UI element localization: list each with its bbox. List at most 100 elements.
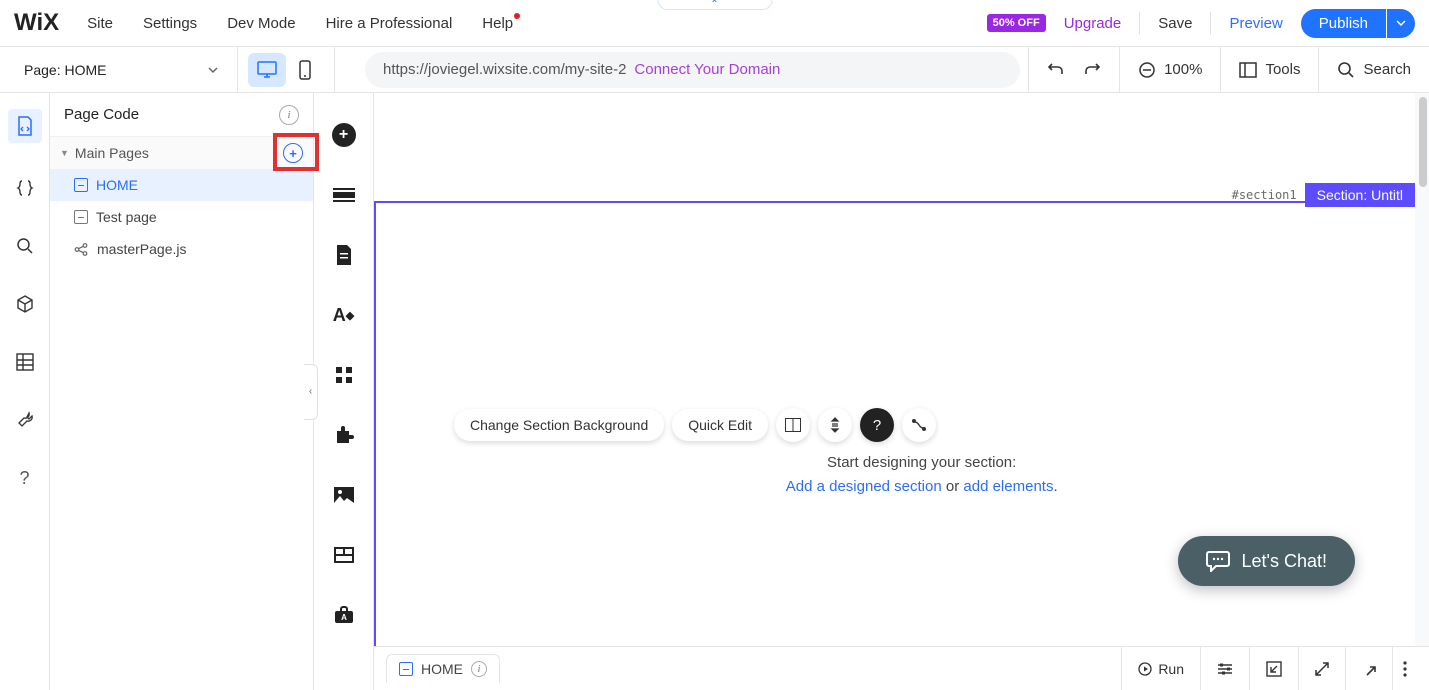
menu-devmode[interactable]: Dev Mode [227, 15, 295, 32]
site-url-display: https://joviegel.wixsite.com/my-site-2 C… [365, 52, 1020, 88]
redo-icon [1083, 61, 1101, 79]
zoom-control[interactable]: 100% [1119, 47, 1220, 92]
change-background-button[interactable]: Change Section Background [454, 409, 664, 441]
upgrade-link[interactable]: Upgrade [1064, 15, 1122, 32]
zoom-value: 100% [1164, 61, 1202, 78]
play-icon [1138, 662, 1152, 676]
more-vertical-icon [1403, 661, 1407, 677]
page-item-master[interactable]: masterPage.js [50, 233, 313, 265]
expand-button[interactable] [1298, 647, 1345, 690]
mobile-icon [299, 60, 311, 80]
add-designed-section-link[interactable]: Add a designed section [786, 478, 942, 495]
info-icon[interactable]: i [471, 661, 487, 677]
add-layout-button[interactable] [332, 543, 356, 567]
helper-or: or [942, 478, 964, 495]
search-button[interactable]: Search [1318, 47, 1429, 92]
page-code-icon [16, 116, 34, 136]
menu-help[interactable]: Help [482, 15, 513, 32]
braces-icon [16, 179, 34, 197]
connect-domain-link[interactable]: Connect Your Domain [634, 61, 780, 78]
search-icon [1337, 61, 1355, 79]
popout-icon [1362, 662, 1376, 676]
page-selector[interactable]: Page: HOME [0, 47, 238, 92]
stretch-icon [828, 417, 842, 433]
add-text-button[interactable]: A◆ [332, 303, 356, 327]
briefcase-icon: A [334, 606, 354, 624]
minimize-button[interactable] [1249, 647, 1298, 690]
desktop-icon [257, 61, 277, 79]
add-page-button-rail[interactable] [332, 243, 356, 267]
nav-page-code[interactable] [8, 109, 42, 143]
layout-blocks-icon [334, 547, 354, 563]
add-plugin-button[interactable] [332, 423, 356, 447]
page-selector-label: Page: HOME [24, 62, 106, 78]
stretch-button[interactable] [818, 408, 852, 442]
desktop-view-button[interactable] [248, 53, 286, 87]
wrench-icon [16, 411, 34, 429]
canvas-scrollbar[interactable] [1417, 93, 1429, 690]
redo-button[interactable] [1083, 47, 1119, 92]
mobile-view-button[interactable] [286, 53, 324, 87]
apps-grid-icon [335, 366, 353, 384]
help-section-button[interactable]: ? [860, 408, 894, 442]
menu-settings[interactable]: Settings [143, 15, 197, 32]
format-code-button[interactable] [1200, 647, 1249, 690]
divider [1210, 12, 1211, 34]
nav-databases[interactable] [12, 349, 38, 375]
discount-badge: 50% OFF [987, 14, 1046, 32]
zoom-out-icon [1138, 61, 1156, 79]
section-icon [333, 188, 355, 202]
run-button[interactable]: Run [1121, 647, 1200, 690]
tools-button[interactable]: Tools [1220, 47, 1318, 92]
chevron-down-icon [1396, 18, 1406, 28]
nav-packages[interactable] [12, 291, 38, 317]
chevron-down-icon [207, 64, 219, 76]
undo-button[interactable] [1028, 47, 1083, 92]
save-button[interactable]: Save [1158, 15, 1192, 32]
add-elements-link[interactable]: add elements [963, 478, 1053, 495]
page-item-home[interactable]: HOME [50, 169, 313, 201]
expand-icon [1315, 662, 1329, 676]
add-section-button[interactable] [332, 183, 356, 207]
more-menu-button[interactable] [1392, 647, 1417, 690]
publish-dropdown[interactable] [1387, 9, 1415, 38]
add-element-button[interactable]: + [332, 123, 356, 147]
page-item-test[interactable]: Test page [50, 201, 313, 233]
layout-icon [1239, 62, 1257, 78]
page-icon [74, 178, 88, 192]
publish-button[interactable]: Publish [1301, 9, 1386, 38]
add-apps-button[interactable] [332, 363, 356, 387]
panel-title: Page Code [64, 106, 139, 123]
quick-edit-button[interactable]: Quick Edit [672, 409, 768, 441]
group-label: Main Pages [75, 145, 149, 161]
chat-button[interactable]: Let's Chat! [1178, 536, 1355, 586]
add-media-button[interactable] [332, 483, 356, 507]
collapse-caret-icon[interactable]: ▼ [60, 148, 69, 158]
add-page-button[interactable]: + [283, 143, 303, 163]
info-icon[interactable]: i [279, 105, 299, 125]
helper-heading: Start designing your section: [786, 451, 1058, 475]
animation-button[interactable] [902, 408, 936, 442]
layout-toggle-button[interactable] [776, 408, 810, 442]
top-expand-handle[interactable]: ⌃ [657, 0, 772, 10]
page-icon [399, 662, 413, 676]
nav-tools[interactable] [12, 407, 38, 433]
nav-braces[interactable] [12, 175, 38, 201]
package-icon [15, 294, 35, 314]
chat-icon [1206, 550, 1230, 572]
divider [1139, 12, 1140, 34]
code-tab-home[interactable]: HOME i [386, 654, 500, 683]
nav-help[interactable]: ? [12, 465, 38, 491]
menu-hire[interactable]: Hire a Professional [326, 15, 453, 32]
collapse-panel-handle[interactable]: ‹ [304, 364, 318, 420]
split-icon [785, 418, 801, 432]
puzzle-icon [334, 425, 354, 445]
svg-text:A: A [341, 613, 347, 622]
add-business-button[interactable]: A [332, 603, 356, 627]
preview-button[interactable]: Preview [1229, 15, 1282, 32]
flow-icon [911, 418, 927, 432]
nav-search[interactable] [12, 233, 38, 259]
wix-logo: WiX [14, 9, 59, 37]
menu-site[interactable]: Site [87, 15, 113, 32]
popout-button[interactable] [1345, 647, 1392, 690]
